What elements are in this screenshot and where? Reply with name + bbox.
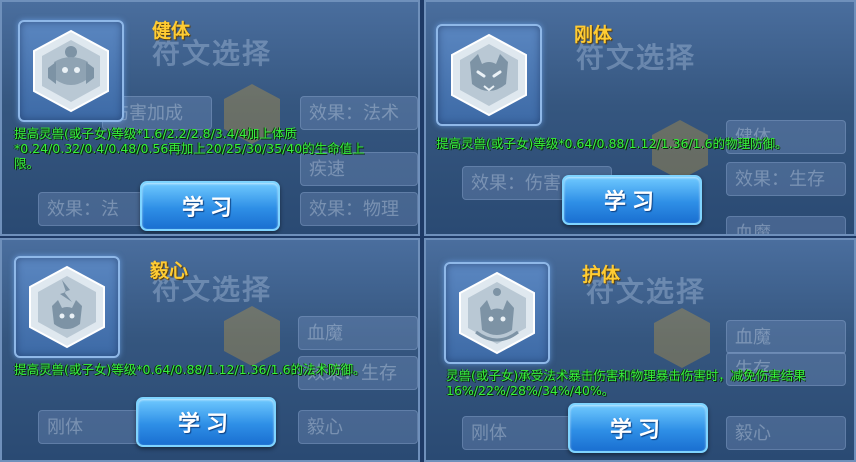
bg-row-effect-magic-short: 效果：法	[38, 192, 148, 226]
learn-button[interactable]: 学习	[140, 181, 280, 231]
bg-row-yixin: 毅心	[298, 410, 418, 444]
bg-row-effect-magic: 效果：法术	[300, 96, 418, 130]
bg-row-devil: 血魔	[298, 316, 418, 350]
rune-emblem	[436, 24, 542, 126]
cat-guard-icon	[459, 271, 535, 355]
cat-shield-icon	[451, 33, 527, 117]
bg-row-devil: 血魔	[726, 216, 846, 234]
rune-title: 健体	[152, 20, 191, 42]
rune-emblem	[444, 262, 550, 364]
learn-button[interactable]: 学习	[562, 175, 702, 225]
rune-card-gangti: 符文选择 健体 效果：伤害 效果：生存 血魔 刚体 提高灵兽(或子女)等级*0.…	[424, 0, 856, 236]
bg-row-effect-physical: 效果：物理	[300, 192, 418, 226]
rune-title: 毅心	[150, 260, 189, 282]
rune-description: 灵兽(或子女)承受法术暴击伤害和物理暴击伤害时，减免伤害结果16%/22%/28…	[446, 368, 806, 398]
bg-rune-hex	[224, 306, 280, 366]
bg-row-gangti: 刚体	[38, 410, 148, 444]
bg-row-effect-survival: 效果：生存	[726, 162, 846, 196]
cat-flame-icon	[29, 265, 105, 349]
rune-description: 提高灵兽(或子女)等级*1.6/2.2/2.8/3.4/4加上体质*0.24/0…	[14, 126, 365, 171]
bg-row-yixin: 毅心	[726, 416, 846, 450]
rune-card-yixin: 符文选择 血魔 效果：生存 刚体 毅心 毅心 提高灵兽(或子女)等级*0.64/…	[0, 238, 420, 462]
rune-title: 刚体	[574, 24, 613, 46]
learn-button[interactable]: 学习	[136, 397, 276, 447]
rune-emblem	[18, 20, 124, 122]
bg-rune-hex	[654, 308, 710, 368]
beast-crest-icon	[33, 29, 109, 113]
rune-card-jianti: 符文选择 伤害加成 效果：法术 疾速 效果：法 效果：物理 健体 提高灵兽(或子…	[0, 0, 420, 236]
rune-description: 提高灵兽(或子女)等级*0.64/0.88/1.12/1.36/1.6的法术防御…	[14, 362, 366, 377]
rune-description: 提高灵兽(或子女)等级*0.64/0.88/1.12/1.36/1.6的物理防御…	[436, 136, 788, 151]
rune-emblem	[14, 256, 120, 358]
learn-button[interactable]: 学习	[568, 403, 708, 453]
rune-card-huti: 符文选择 血魔 生存 刚体 毅心 护体 灵兽(或子女)承受法术暴击伤害和物理暴击…	[424, 238, 856, 462]
bg-row-gangti: 刚体	[462, 416, 572, 450]
rune-title: 护体	[582, 264, 621, 286]
bg-row-devil: 血魔	[726, 320, 846, 354]
